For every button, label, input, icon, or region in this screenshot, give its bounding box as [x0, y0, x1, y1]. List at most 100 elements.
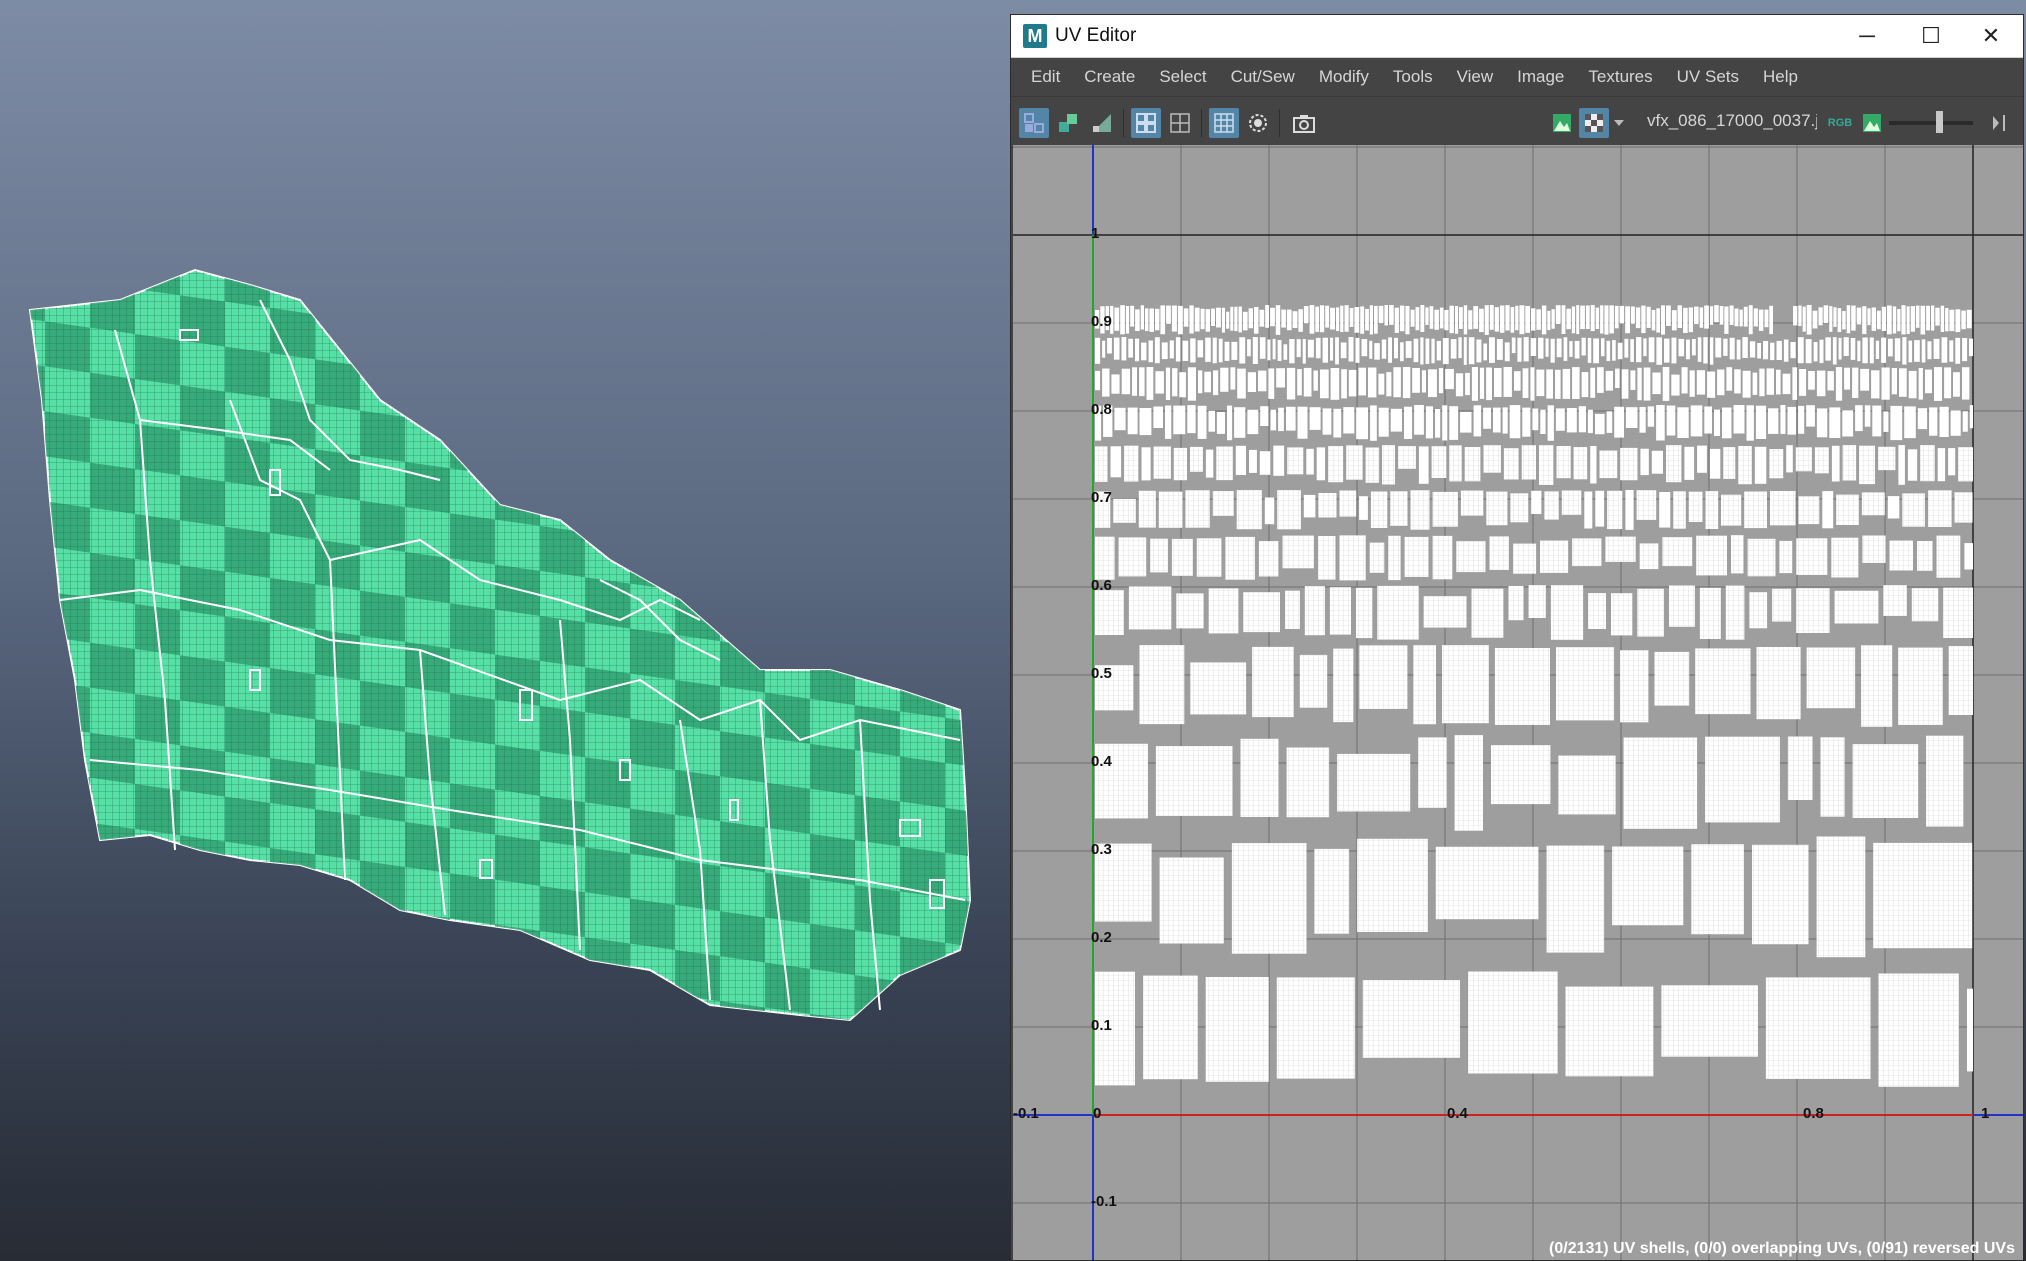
uv-shell	[1390, 408, 1402, 432]
uv-shell	[1420, 337, 1424, 365]
minimize-button[interactable]: ─	[1837, 15, 1897, 57]
menu-image[interactable]: Image	[1517, 67, 1564, 87]
uv-shell	[1614, 305, 1619, 329]
uv-shell-grid	[1158, 491, 1183, 528]
uv-shell	[1484, 305, 1489, 335]
uv-shell	[1389, 305, 1394, 325]
grid-display-icon[interactable]	[1131, 108, 1161, 138]
uv-shell	[1360, 306, 1365, 334]
uv-shell-grid	[1095, 590, 1124, 635]
uv-shell	[1703, 337, 1708, 364]
menu-select[interactable]: Select	[1159, 67, 1206, 87]
snap-pixel-icon[interactable]	[1243, 108, 1273, 138]
uv-grid[interactable]	[1013, 145, 2023, 1260]
uv-shell-grid	[1705, 736, 1780, 823]
uv-shell	[1277, 340, 1282, 361]
uv-shell	[1671, 337, 1677, 364]
menu-help[interactable]: Help	[1763, 67, 1798, 87]
uv-shell	[1606, 340, 1611, 362]
uv-shell	[1381, 339, 1387, 359]
uv-shell	[1165, 405, 1172, 439]
uv-shell-grid	[1328, 446, 1344, 483]
uv-shell	[1860, 368, 1870, 391]
uv-shell	[1394, 337, 1398, 359]
channel-rgb-icon[interactable]: RGB	[1825, 108, 1855, 138]
image-display-icon[interactable]	[1547, 108, 1577, 138]
menu-cut-sew[interactable]: Cut/Sew	[1231, 67, 1295, 87]
uv-shell-select-icon[interactable]	[1019, 108, 1049, 138]
uv-shell	[1862, 306, 1867, 335]
uv-shell	[1600, 305, 1604, 334]
rock-mesh[interactable]	[0, 0, 1010, 1261]
uv-shell	[1330, 337, 1334, 361]
uv-shell	[1914, 340, 1920, 362]
grid-lines-icon[interactable]	[1165, 108, 1195, 138]
menu-tools[interactable]: Tools	[1393, 67, 1433, 87]
3d-viewport[interactable]	[0, 0, 1010, 1261]
uv-shell-shade-icon[interactable]	[1087, 108, 1117, 138]
uv-shell-grid	[1898, 647, 1943, 725]
exposure-slider-handle[interactable]	[1936, 111, 1943, 133]
uv-shell-grid	[1796, 538, 1828, 575]
uv-shell-grid	[1494, 648, 1550, 725]
uv-shell	[1808, 371, 1815, 390]
texture-name-field[interactable]: vfx_086_17000_0037.jp	[1647, 111, 1817, 131]
uv-shell-grid	[1654, 651, 1690, 706]
exposure-slider-track[interactable]	[1889, 121, 1973, 125]
uv-shell	[1955, 337, 1961, 364]
uv-shell	[1530, 367, 1535, 401]
uv-shell-grid	[1765, 977, 1871, 1079]
title-bar[interactable]: M UV Editor ─ ☐ ✕	[1011, 15, 2023, 58]
menu-textures[interactable]: Textures	[1588, 67, 1652, 87]
uv-shell-grid	[1779, 540, 1793, 574]
uv-shell-grid	[1464, 447, 1481, 482]
uv-shell	[1555, 369, 1561, 399]
uv-shell	[1969, 405, 1973, 429]
uv-shell	[1281, 309, 1286, 328]
uv-shell	[1348, 369, 1357, 397]
close-button[interactable]: ✕	[1961, 15, 2021, 57]
uv-shell-grid	[1862, 535, 1886, 563]
uv-shell-grid	[1357, 838, 1428, 932]
uv-shell	[1515, 305, 1519, 331]
maximize-button[interactable]: ☐	[1901, 15, 1961, 57]
uv-shell	[1234, 407, 1246, 438]
menu-modify[interactable]: Modify	[1319, 67, 1369, 87]
menu-uv-sets[interactable]: UV Sets	[1677, 67, 1739, 87]
uv-shell	[1370, 405, 1377, 441]
uv-shell	[1813, 342, 1818, 362]
uv-canvas[interactable]: 1 0.9 0.8 0.7 0.6 0.5 0.4 0.3 0.2 0.1 -0…	[1013, 145, 2023, 1260]
uv-shell-grid	[1787, 736, 1813, 800]
uv-shell-fill-icon[interactable]	[1053, 108, 1083, 138]
uv-shell	[1182, 340, 1189, 361]
texture-icon[interactable]	[1857, 108, 1887, 138]
uv-shell	[1783, 339, 1789, 362]
uv-shell	[1455, 373, 1464, 397]
uv-shell	[1400, 342, 1404, 362]
status-bar-text: (0/2131) UV shells, (0/0) overlapping UV…	[1549, 1240, 2015, 1257]
menu-create[interactable]: Create	[1084, 67, 1135, 87]
uv-shell	[1249, 449, 1257, 473]
uv-shell	[1792, 367, 1798, 400]
uv-shell	[1197, 340, 1204, 358]
snapshot-camera-icon[interactable]	[1289, 108, 1319, 138]
uv-shell-grid	[1299, 654, 1328, 708]
menu-view[interactable]: View	[1457, 67, 1494, 87]
uv-shell	[1590, 446, 1597, 484]
uv-shell	[1439, 307, 1444, 329]
uv-shell	[1806, 305, 1812, 335]
uv-shell	[1146, 367, 1154, 400]
menu-edit[interactable]: Edit	[1031, 67, 1060, 87]
uv-shell	[1322, 408, 1332, 435]
toolbar-expand-icon[interactable]	[1985, 108, 2015, 138]
chevron-down-icon[interactable]	[1611, 108, 1627, 138]
uv-shell	[1354, 307, 1360, 333]
uv-shell	[1442, 405, 1448, 441]
uv-shell	[1230, 306, 1234, 331]
uv-shell	[1556, 338, 1562, 358]
snap-grid-icon[interactable]	[1209, 108, 1239, 138]
uv-shell	[1887, 305, 1892, 335]
v-label-0-8: 0.8	[1091, 401, 1112, 418]
checker-icon[interactable]	[1579, 108, 1609, 138]
uv-shell	[1435, 409, 1441, 438]
